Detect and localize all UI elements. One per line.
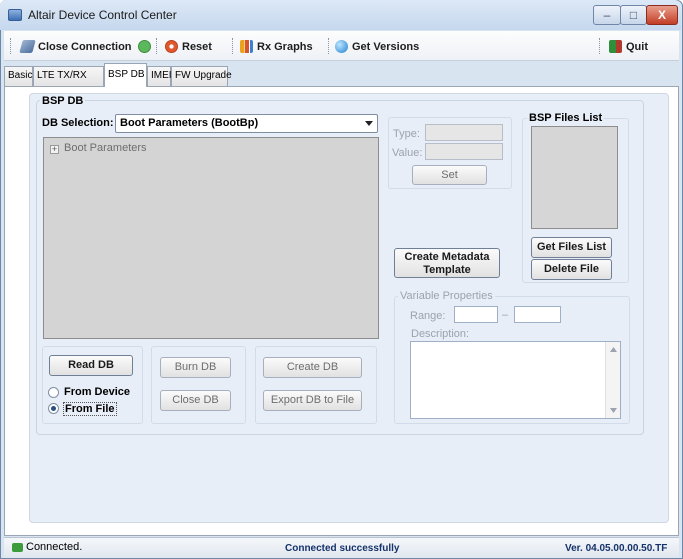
range-label: Range:	[410, 310, 446, 322]
toolbar: Close Connection Reset Rx Graphs Get Ver…	[4, 31, 679, 61]
toolbar-grip	[232, 38, 234, 54]
status-connected: Connected.	[26, 541, 83, 553]
from-device-label[interactable]: From Device	[64, 386, 130, 398]
from-file-label[interactable]: From File	[63, 402, 117, 416]
tab-lte-txrx[interactable]: LTE TX/RX	[33, 66, 104, 86]
bsp-files-listbox[interactable]	[531, 126, 618, 229]
bsp-db-title: BSP DB	[40, 95, 86, 107]
maximize-button[interactable]: □	[620, 5, 647, 25]
tab-strip: Basic LTE TX/RX BSP DB IMEI FW Upgrade	[4, 63, 679, 87]
description-scrollbar[interactable]	[605, 342, 620, 418]
tab-fw-upgrade[interactable]: FW Upgrade	[171, 66, 232, 86]
range-separator: –	[502, 309, 509, 321]
close-window-button[interactable]: X	[646, 5, 678, 25]
rx-graphs-button[interactable]: Rx Graphs	[240, 38, 313, 55]
quit-button[interactable]: Quit	[609, 38, 648, 55]
status-message: Connected successfully	[285, 543, 400, 554]
close-db-button[interactable]: Close DB	[160, 390, 231, 411]
set-button[interactable]: Set	[412, 165, 487, 185]
read-db-button[interactable]: Read DB	[49, 355, 133, 376]
reset-icon	[165, 40, 178, 53]
scroll-down-icon[interactable]	[610, 408, 617, 413]
chevron-down-icon	[365, 121, 373, 126]
type-label: Type:	[393, 128, 420, 140]
export-db-button[interactable]: Export DB to File	[263, 390, 362, 411]
title-bar: Altair Device Control Center – □ X	[0, 0, 681, 30]
range-min-field[interactable]	[454, 306, 498, 323]
type-field[interactable]	[425, 124, 503, 141]
globe-icon	[335, 40, 348, 53]
bsp-files-title: BSP Files List	[527, 112, 605, 124]
reset-label: Reset	[182, 40, 212, 53]
create-metadata-template-button[interactable]: Create Metadata Template	[394, 248, 500, 278]
delete-file-button[interactable]: Delete File	[531, 259, 612, 280]
toolbar-grip	[599, 38, 601, 54]
status-bar: Connected. Connected successfully Ver. 0…	[4, 537, 679, 558]
burn-db-button[interactable]: Burn DB	[160, 357, 231, 378]
tree-expand-icon[interactable]: +	[50, 145, 59, 154]
get-versions-button[interactable]: Get Versions	[335, 38, 419, 55]
create-metadata-line2: Template	[423, 264, 471, 276]
variable-properties-title: Variable Properties	[398, 290, 495, 302]
close-connection-button[interactable]: Close Connection	[19, 38, 132, 55]
check-icon	[138, 40, 151, 53]
parameters-tree[interactable]: + Boot Parameters	[43, 137, 379, 339]
tab-basic[interactable]: Basic	[4, 66, 33, 86]
toolbar-grip	[10, 38, 12, 54]
reset-button[interactable]: Reset	[165, 38, 212, 55]
connection-icon	[12, 543, 23, 552]
tab-bsp-db[interactable]: BSP DB	[104, 63, 147, 87]
get-versions-label: Get Versions	[352, 40, 420, 53]
plug-icon	[19, 40, 36, 53]
from-file-radio[interactable]	[48, 403, 59, 414]
toolbar-grip	[156, 38, 158, 54]
tab-imei[interactable]: IMEI	[147, 66, 172, 86]
rx-graphs-label: Rx Graphs	[257, 40, 313, 53]
description-textarea[interactable]	[410, 341, 621, 419]
quit-label: Quit	[626, 40, 648, 53]
create-metadata-line1: Create Metadata	[404, 251, 490, 263]
window-title: Altair Device Control Center	[28, 8, 177, 22]
value-field[interactable]	[425, 143, 503, 160]
db-selection-label: DB Selection:	[42, 117, 114, 129]
minimize-button[interactable]: –	[593, 5, 621, 25]
toolbar-grip	[328, 38, 330, 54]
from-device-radio[interactable]	[48, 387, 59, 398]
db-selection-dropdown[interactable]: Boot Parameters (BootBp)	[115, 114, 378, 133]
app-icon	[8, 9, 22, 21]
create-db-button[interactable]: Create DB	[263, 357, 362, 378]
get-files-list-button[interactable]: Get Files List	[531, 237, 612, 258]
range-max-field[interactable]	[514, 306, 561, 323]
scroll-up-icon[interactable]	[610, 347, 617, 352]
exit-icon	[609, 40, 622, 53]
status-version: Ver. 04.05.00.00.50.TF	[565, 543, 668, 554]
bar-chart-icon	[240, 40, 253, 53]
tree-node-boot-parameters[interactable]: Boot Parameters	[64, 142, 147, 154]
db-selection-value: Boot Parameters (BootBp)	[120, 117, 259, 129]
close-connection-label: Close Connection	[38, 40, 132, 53]
description-label: Description:	[411, 328, 470, 340]
value-label: Value:	[392, 147, 423, 159]
